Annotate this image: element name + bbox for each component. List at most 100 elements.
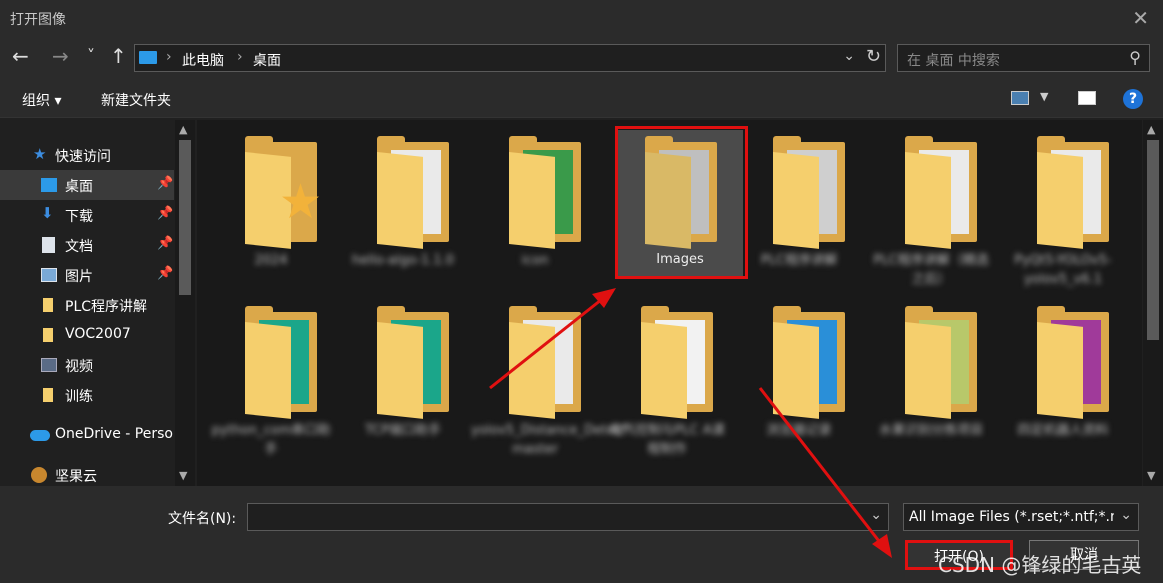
up-arrow-icon[interactable]: ↑ bbox=[110, 44, 127, 68]
breadcrumb-this-pc[interactable]: 此电脑 bbox=[182, 50, 224, 70]
organize-button[interactable]: 组织 ▾ bbox=[22, 90, 61, 110]
recent-locations-chevron-icon[interactable]: ˅ bbox=[87, 46, 95, 65]
folder-icon bbox=[377, 136, 451, 249]
folder-icon: ★ bbox=[245, 136, 322, 249]
file-label: yolov5_Distance_Detect-master bbox=[471, 423, 633, 457]
sidebar-item-voc2007[interactable]: VOC2007 bbox=[0, 320, 174, 350]
refresh-icon[interactable]: ↻ bbox=[866, 46, 881, 67]
file-label: 2024 bbox=[254, 253, 288, 268]
file-item-python-com[interactable]: python_com串口助手 bbox=[207, 292, 335, 482]
file-item-browser[interactable]: 浏览器记录 bbox=[735, 292, 863, 482]
folder-icon bbox=[1037, 136, 1111, 249]
computer-icon bbox=[139, 51, 157, 64]
file-label: 电气控制与PLC A课程制作 bbox=[609, 423, 725, 457]
scrollbar-thumb[interactable] bbox=[179, 140, 191, 295]
sidebar-item-label: 图片 bbox=[65, 269, 93, 285]
filename-label: 文件名(N): bbox=[168, 511, 237, 527]
sidebar-item-documents[interactable]: 文档 📌 bbox=[0, 230, 174, 260]
content-scrollbar[interactable]: ▲ ▼ bbox=[1143, 120, 1163, 486]
filename-input[interactable]: ⌄ bbox=[247, 503, 889, 531]
search-icon: ⚲ bbox=[1129, 48, 1141, 67]
pin-icon[interactable]: 📌 bbox=[157, 206, 173, 221]
file-item-yolov5-distance[interactable]: yolov5_Distance_Detect-master bbox=[471, 292, 633, 482]
sidebar-item-label: 下载 bbox=[65, 209, 93, 225]
sidebar-item-quick-access[interactable]: ★ 快速访问 bbox=[0, 140, 174, 170]
file-label: 水果识别分拣项目 bbox=[878, 423, 983, 438]
folder-icon bbox=[43, 328, 53, 342]
pin-icon[interactable]: 📌 bbox=[157, 266, 173, 281]
preview-pane-icon[interactable] bbox=[1078, 91, 1096, 105]
sidebar-item-training[interactable]: 训练 bbox=[0, 380, 174, 410]
document-icon bbox=[42, 237, 55, 253]
sidebar-item-plc[interactable]: PLC程序讲解 bbox=[0, 290, 174, 320]
forward-arrow-icon[interactable]: → bbox=[52, 44, 69, 68]
file-item-2024[interactable]: ★ 2024 bbox=[207, 122, 335, 282]
window-title: 打开图像 bbox=[10, 12, 66, 28]
scroll-up-icon[interactable]: ▲ bbox=[179, 123, 187, 136]
file-label: hello-algo-1.1.0 bbox=[351, 253, 455, 268]
sidebar-item-pictures[interactable]: 图片 📌 bbox=[0, 260, 174, 290]
back-arrow-icon[interactable]: ← bbox=[12, 44, 29, 68]
file-item-fruit[interactable]: 水果识别分拣项目 bbox=[867, 292, 995, 482]
file-label: 四足机器人资料 bbox=[1017, 423, 1109, 438]
chevron-down-icon[interactable]: ⌄ bbox=[1120, 507, 1132, 523]
file-item-tcp[interactable]: TCP端口助手 bbox=[339, 292, 467, 482]
sidebar-item-label: 文档 bbox=[65, 239, 93, 255]
folder-icon bbox=[773, 306, 847, 419]
scroll-down-icon[interactable]: ▼ bbox=[1147, 469, 1155, 482]
title-bar: 打开图像 ✕ bbox=[0, 0, 1163, 36]
cloud-icon bbox=[30, 430, 50, 441]
pin-icon[interactable]: 📌 bbox=[157, 236, 173, 251]
sidebar-item-downloads[interactable]: ⬇ 下载 📌 bbox=[0, 200, 174, 230]
file-label: 浏览器记录 bbox=[766, 423, 832, 438]
pin-icon[interactable]: 📌 bbox=[157, 176, 173, 191]
download-icon: ⬇ bbox=[41, 204, 54, 222]
scrollbar-thumb[interactable] bbox=[1147, 140, 1159, 340]
chevron-right-icon: › bbox=[237, 49, 243, 65]
star-icon: ★ bbox=[33, 145, 47, 163]
file-item-plc[interactable]: PLC程序讲解 bbox=[735, 122, 863, 282]
scroll-down-icon[interactable]: ▼ bbox=[179, 469, 187, 482]
chevron-down-icon[interactable]: ⌄ bbox=[870, 507, 882, 523]
file-type-select[interactable]: All Image Files (*.rset;*.ntf;*.n ⌄ bbox=[903, 503, 1139, 531]
file-item-plc-course[interactable]: 电气控制与PLC A课程制作 bbox=[603, 292, 731, 482]
file-label: PLC程序讲解（精选之后） bbox=[873, 253, 989, 287]
new-folder-button[interactable]: 新建文件夹 bbox=[101, 90, 171, 110]
close-icon[interactable]: ✕ bbox=[1132, 6, 1149, 30]
folder-icon bbox=[43, 388, 53, 402]
file-label: PLC程序讲解 bbox=[760, 253, 838, 268]
scroll-up-icon[interactable]: ▲ bbox=[1147, 123, 1155, 136]
file-item-robot[interactable]: 四足机器人资料 bbox=[999, 292, 1127, 482]
change-view-icon[interactable] bbox=[1011, 91, 1029, 105]
picture-icon bbox=[41, 268, 57, 282]
sidebar-item-desktop[interactable]: 桌面 📌 bbox=[0, 170, 174, 200]
desktop-icon bbox=[41, 178, 57, 192]
sidebar-item-onedrive[interactable]: OneDrive - Perso bbox=[0, 420, 174, 450]
file-label: TCP端口助手 bbox=[364, 423, 442, 438]
sidebar-item-label: 视频 bbox=[65, 359, 93, 375]
file-item-hello-algo[interactable]: hello-algo-1.1.0 bbox=[339, 122, 467, 282]
folder-icon bbox=[641, 306, 715, 419]
watermark: CSDN @锋绿的毛古英 bbox=[938, 553, 1142, 577]
chevron-down-icon[interactable]: ▼ bbox=[1040, 90, 1048, 103]
help-icon[interactable]: ? bbox=[1123, 89, 1143, 109]
file-item-icon[interactable]: icon bbox=[471, 122, 599, 282]
highlight-box bbox=[615, 126, 748, 279]
folder-icon bbox=[245, 306, 319, 419]
sidebar-item-videos[interactable]: 视频 bbox=[0, 350, 174, 380]
address-bar[interactable]: › 此电脑 › 桌面 ⌄ ↻ bbox=[134, 44, 886, 72]
file-label: PyQt5-YOLOv5-yolov5_v6.1 bbox=[1014, 253, 1112, 287]
file-item-pyqt5-yolov5[interactable]: PyQt5-YOLOv5-yolov5_v6.1 bbox=[999, 122, 1127, 287]
file-label: python_com串口助手 bbox=[211, 423, 331, 457]
folder-icon bbox=[509, 306, 583, 419]
sidebar-item-label: OneDrive - Perso bbox=[55, 426, 173, 442]
toolbar: 组织 ▾ 新建文件夹 ▼ ? bbox=[0, 80, 1163, 118]
breadcrumb-desktop[interactable]: 桌面 bbox=[253, 50, 281, 70]
sidebar-scrollbar[interactable]: ▲ ▼ bbox=[175, 120, 195, 486]
search-box[interactable]: 在 桌面 中搜索 ⚲ bbox=[897, 44, 1150, 72]
folder-icon bbox=[1037, 306, 1111, 419]
chevron-down-icon[interactable]: ⌄ bbox=[843, 48, 855, 64]
video-icon bbox=[41, 358, 57, 372]
file-item-plc-selected[interactable]: PLC程序讲解（精选之后） bbox=[867, 122, 995, 287]
nut-icon bbox=[31, 467, 47, 483]
